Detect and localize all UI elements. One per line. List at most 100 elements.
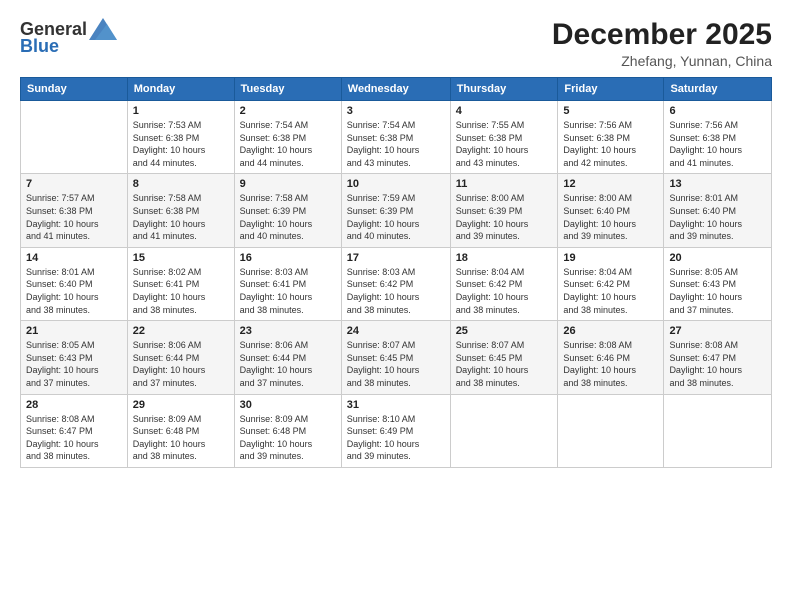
day-info: Sunrise: 7:57 AMSunset: 6:38 PMDaylight:… — [26, 192, 122, 242]
logo-blue-text: Blue — [20, 36, 59, 57]
calendar-cell: 4Sunrise: 7:55 AMSunset: 6:38 PMDaylight… — [450, 101, 558, 174]
calendar-cell: 10 Sunrise: 7:59 AMSunset: 6:39 PMDayligh… — [341, 174, 450, 247]
day-number: 6 — [669, 105, 766, 117]
day-number: 9 — [240, 178, 336, 190]
day-number: 11 — [456, 178, 553, 190]
day-number: 18 — [456, 252, 553, 264]
day-number: 13 — [669, 178, 766, 190]
calendar-cell: 22Sunrise: 8:06 AMSunset: 6:44 PMDayligh… — [127, 321, 234, 394]
day-info: Sunrise: 8:07 AMSunset: 6:45 PMDaylight:… — [347, 339, 445, 389]
calendar-cell: 7 Sunrise: 7:57 AMSunset: 6:38 PMDaylight… — [21, 174, 128, 247]
day-info: Sunrise: 8:05 AMSunset: 6:43 PMDaylight:… — [26, 339, 122, 389]
main-title: December 2025 — [552, 18, 772, 51]
col-sunday: Sunday — [21, 78, 128, 101]
day-number: 2 — [240, 105, 336, 117]
calendar-cell — [450, 394, 558, 467]
day-info: Sunrise: 8:09 AMSunset: 6:48 PMDaylight:… — [240, 413, 336, 463]
calendar-cell: 5 Sunrise: 7:56 AMSunset: 6:38 PMDaylight… — [558, 101, 664, 174]
col-monday: Monday — [127, 78, 234, 101]
day-info: Sunrise: 8:01 AMSunset: 6:40 PMDaylight:… — [26, 266, 122, 316]
day-info: Sunrise: 7:54 AMSunset: 6:38 PMDaylight:… — [347, 119, 445, 169]
calendar-cell — [558, 394, 664, 467]
sub-title: Zhefang, Yunnan, China — [552, 53, 772, 69]
calendar-week-2: 7 Sunrise: 7:57 AMSunset: 6:38 PMDaylight… — [21, 174, 772, 247]
calendar-week-5: 28 Sunrise: 8:08 AMSunset: 6:47 PMDayligh… — [21, 394, 772, 467]
calendar-week-1: 1 Sunrise: 7:53 AMSunset: 6:38 PMDaylight… — [21, 101, 772, 174]
col-wednesday: Wednesday — [341, 78, 450, 101]
calendar-cell: 9 Sunrise: 7:58 AMSunset: 6:39 PMDaylight… — [234, 174, 341, 247]
day-number: 14 — [26, 252, 122, 264]
calendar-cell: 14 Sunrise: 8:01 AMSunset: 6:40 PMDayligh… — [21, 247, 128, 320]
day-info: Sunrise: 8:05 AMSunset: 6:43 PMDaylight:… — [669, 266, 766, 316]
calendar-cell: 3 Sunrise: 7:54 AMSunset: 6:38 PMDaylight… — [341, 101, 450, 174]
day-info: Sunrise: 7:53 AMSunset: 6:38 PMDaylight:… — [133, 119, 229, 169]
day-info: Sunrise: 8:10 AMSunset: 6:49 PMDaylight:… — [347, 413, 445, 463]
day-number: 10 — [347, 178, 445, 190]
day-info: Sunrise: 8:04 AMSunset: 6:42 PMDaylight:… — [456, 266, 553, 316]
calendar-cell: 27Sunrise: 8:08 AMSunset: 6:47 PMDayligh… — [664, 321, 772, 394]
day-info: Sunrise: 8:00 AMSunset: 6:39 PMDaylight:… — [456, 192, 553, 242]
calendar-cell: 1 Sunrise: 7:53 AMSunset: 6:38 PMDaylight… — [127, 101, 234, 174]
calendar-cell: 12Sunrise: 8:00 AMSunset: 6:40 PMDayligh… — [558, 174, 664, 247]
day-number: 23 — [240, 325, 336, 337]
day-number: 16 — [240, 252, 336, 264]
day-number: 25 — [456, 325, 553, 337]
calendar-cell: 31 Sunrise: 8:10 AMSunset: 6:49 PMDayligh… — [341, 394, 450, 467]
day-number: 31 — [347, 399, 445, 411]
col-friday: Friday — [558, 78, 664, 101]
day-info: Sunrise: 8:02 AMSunset: 6:41 PMDaylight:… — [133, 266, 229, 316]
day-number: 5 — [563, 105, 658, 117]
day-number: 27 — [669, 325, 766, 337]
day-info: Sunrise: 8:06 AMSunset: 6:44 PMDaylight:… — [133, 339, 229, 389]
calendar-cell: 18 Sunrise: 8:04 AMSunset: 6:42 PMDayligh… — [450, 247, 558, 320]
day-info: Sunrise: 8:08 AMSunset: 6:46 PMDaylight:… — [563, 339, 658, 389]
calendar-cell: 13 Sunrise: 8:01 AMSunset: 6:40 PMDayligh… — [664, 174, 772, 247]
day-number: 12 — [563, 178, 658, 190]
day-info: Sunrise: 7:58 AMSunset: 6:38 PMDaylight:… — [133, 192, 229, 242]
calendar-body: 1 Sunrise: 7:53 AMSunset: 6:38 PMDaylight… — [21, 101, 772, 468]
day-info: Sunrise: 8:04 AMSunset: 6:42 PMDaylight:… — [563, 266, 658, 316]
calendar-cell: 6 Sunrise: 7:56 AMSunset: 6:38 PMDaylight… — [664, 101, 772, 174]
day-number: 17 — [347, 252, 445, 264]
day-number: 15 — [133, 252, 229, 264]
day-number: 20 — [669, 252, 766, 264]
calendar-cell — [664, 394, 772, 467]
day-number: 29 — [133, 399, 229, 411]
logo: General Blue — [20, 18, 115, 57]
calendar-table: Sunday Monday Tuesday Wednesday Thursday… — [20, 77, 772, 468]
calendar-cell: 30 Sunrise: 8:09 AMSunset: 6:48 PMDayligh… — [234, 394, 341, 467]
day-number: 8 — [133, 178, 229, 190]
calendar-cell: 11 Sunrise: 8:00 AMSunset: 6:39 PMDayligh… — [450, 174, 558, 247]
header: General Blue December 2025 Zhefang, Yunn… — [20, 18, 772, 69]
day-number: 3 — [347, 105, 445, 117]
day-number: 24 — [347, 325, 445, 337]
col-tuesday: Tuesday — [234, 78, 341, 101]
col-saturday: Saturday — [664, 78, 772, 101]
day-number: 28 — [26, 399, 122, 411]
day-info: Sunrise: 7:56 AMSunset: 6:38 PMDaylight:… — [669, 119, 766, 169]
day-number: 21 — [26, 325, 122, 337]
day-info: Sunrise: 7:56 AMSunset: 6:38 PMDaylight:… — [563, 119, 658, 169]
calendar-cell: 2Sunrise: 7:54 AMSunset: 6:38 PMDaylight… — [234, 101, 341, 174]
day-info: Sunrise: 7:58 AMSunset: 6:39 PMDaylight:… — [240, 192, 336, 242]
day-number: 1 — [133, 105, 229, 117]
logo-icon — [89, 18, 117, 40]
page: General Blue December 2025 Zhefang, Yunn… — [0, 0, 792, 612]
day-info: Sunrise: 8:01 AMSunset: 6:40 PMDaylight:… — [669, 192, 766, 242]
header-row: Sunday Monday Tuesday Wednesday Thursday… — [21, 78, 772, 101]
calendar-cell: 15 Sunrise: 8:02 AMSunset: 6:41 PMDayligh… — [127, 247, 234, 320]
calendar-cell — [21, 101, 128, 174]
day-info: Sunrise: 8:08 AMSunset: 6:47 PMDaylight:… — [26, 413, 122, 463]
day-info: Sunrise: 8:09 AMSunset: 6:48 PMDaylight:… — [133, 413, 229, 463]
calendar-header: Sunday Monday Tuesday Wednesday Thursday… — [21, 78, 772, 101]
day-number: 30 — [240, 399, 336, 411]
calendar-cell: 21 Sunrise: 8:05 AMSunset: 6:43 PMDayligh… — [21, 321, 128, 394]
day-info: Sunrise: 8:03 AMSunset: 6:41 PMDaylight:… — [240, 266, 336, 316]
calendar-cell: 8 Sunrise: 7:58 AMSunset: 6:38 PMDaylight… — [127, 174, 234, 247]
day-info: Sunrise: 8:07 AMSunset: 6:45 PMDaylight:… — [456, 339, 553, 389]
day-number: 7 — [26, 178, 122, 190]
day-number: 19 — [563, 252, 658, 264]
calendar-cell: 19 Sunrise: 8:04 AMSunset: 6:42 PMDayligh… — [558, 247, 664, 320]
day-info: Sunrise: 7:59 AMSunset: 6:39 PMDaylight:… — [347, 192, 445, 242]
col-thursday: Thursday — [450, 78, 558, 101]
